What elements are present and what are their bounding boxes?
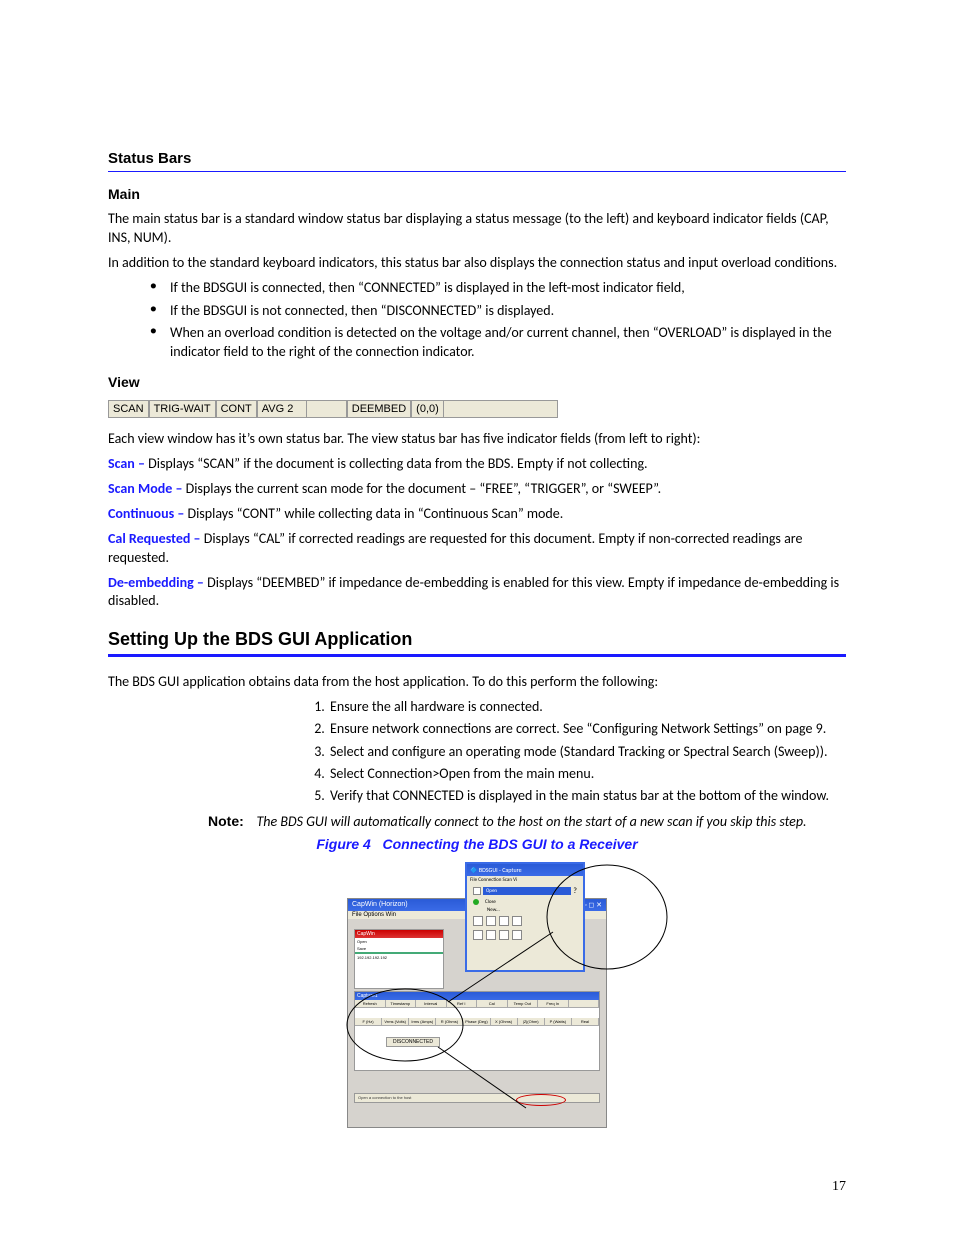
- def-deembed: De-embedding – Displays “DEEMBED” if imp…: [108, 574, 846, 612]
- step-2: Ensure network connections are correct. …: [328, 720, 846, 738]
- fig-table-head1: RefreshTimestampIntervalRef ICalTemp Out…: [355, 1000, 599, 1008]
- tool-icon-2: [486, 916, 496, 926]
- fig-capture-title: Capture1: [355, 992, 599, 1000]
- heading-view: View: [108, 374, 846, 390]
- step-1: Ensure the all hardware is connected.: [328, 698, 846, 716]
- para-setup-intro: The BDS GUI application obtains data fro…: [108, 673, 846, 692]
- fig-main-title: CapWin (Horizon): [352, 901, 408, 909]
- note-row: Note: The BDS GUI will automatically con…: [108, 813, 846, 830]
- step-3: Select and configure an operating mode (…: [328, 743, 846, 761]
- tool-icon-6: [486, 930, 496, 940]
- term-continuous: Continuous –: [108, 505, 187, 522]
- fig-sub-row2: Save: [355, 945, 443, 952]
- fig-popup-open[interactable]: Open: [483, 887, 571, 895]
- tool-icon-3: [499, 916, 509, 926]
- strip-avg: AVG 2: [257, 400, 307, 418]
- strip-coord: (0,0): [411, 400, 444, 418]
- strip-gap: [307, 400, 347, 418]
- def-scan-mode-text: Displays the current scan mode for the d…: [186, 480, 662, 497]
- strip-deembed: DEEMBED: [347, 400, 411, 418]
- fig-popup-new[interactable]: New...: [467, 906, 583, 914]
- step-4: Select Connection>Open from the main men…: [328, 765, 846, 783]
- fig-disconnected-callout: DISCONNECTED: [386, 1037, 440, 1047]
- term-deembed: De-embedding –: [108, 574, 207, 591]
- note-label: Note:: [208, 813, 244, 829]
- bullet-2: If the BDSGUI is not connected, then “DI…: [150, 302, 846, 321]
- fig-sub-row4: 192.192.192.192: [355, 954, 443, 961]
- fig-sub-title: CapWin: [355, 930, 443, 938]
- fig-popup-menubar: File Connection Scan Vi: [467, 876, 583, 884]
- fig-main-winbtns: ▫ ◻ ✕: [584, 901, 602, 909]
- fig-bottom-hint: Open a connection to the host: [358, 1095, 411, 1100]
- fig-popup-close[interactable]: Close: [483, 898, 505, 906]
- def-cal: Cal Requested – Displays “CAL” if correc…: [108, 530, 846, 568]
- bullet-list-connection: If the BDSGUI is connected, then “CONNEC…: [150, 279, 846, 363]
- fig-popup-icons: [467, 914, 583, 928]
- fig-subwindow: CapWin Open Save 192.192.192.192: [354, 929, 444, 989]
- para-main-1: The main status bar is a standard window…: [108, 210, 846, 248]
- strip-cont: CONT: [216, 400, 257, 418]
- strip-spacer: [444, 400, 558, 418]
- para-view-intro: Each view window has it’s own status bar…: [108, 430, 846, 449]
- def-continuous-text: Displays “CONT” while collecting data in…: [187, 505, 563, 522]
- bullet-1: If the BDSGUI is connected, then “CONNEC…: [150, 279, 846, 298]
- para-main-2: In addition to the standard keyboard ind…: [108, 254, 846, 273]
- tool-icon-4: [512, 916, 522, 926]
- status-dot-icon: [473, 899, 479, 905]
- figure-caption: Figure 4 Connecting the BDS GUI to a Rec…: [108, 836, 846, 852]
- fig-capture-pane: Capture1 RefreshTimestampIntervalRef ICa…: [354, 991, 600, 1071]
- fig-sub-row1: Open: [355, 938, 443, 945]
- def-scan-text: Displays “SCAN” if the document is colle…: [148, 455, 647, 472]
- steps-list: Ensure the all hardware is connected. En…: [108, 698, 846, 805]
- def-scan-mode: Scan Mode – Displays the current scan mo…: [108, 480, 846, 499]
- heading-main: Main: [108, 186, 846, 202]
- figure-number: Figure 4: [316, 836, 370, 852]
- figure-title: Connecting the BDS GUI to a Receiver: [382, 836, 637, 852]
- step-5: Verify that CONNECTED is displayed in th…: [328, 787, 846, 805]
- strip-trigwait: TRIG-WAIT: [149, 400, 216, 418]
- heading-status-bars: Status Bars: [108, 150, 846, 167]
- def-scan: Scan – Displays “SCAN” if the document i…: [108, 455, 846, 474]
- fig-popup: 🔷 BDSGUI - Capture File Connection Scan …: [465, 862, 585, 972]
- heading-setup: Setting Up the BDS GUI Application: [108, 629, 846, 650]
- rule-status-bars: [108, 171, 846, 172]
- rule-setup: [108, 654, 846, 657]
- tool-icon-8: [512, 930, 522, 940]
- term-cal: Cal Requested –: [108, 530, 204, 547]
- term-scan: Scan –: [108, 455, 148, 472]
- page-number: 17: [832, 1179, 846, 1195]
- fig-popup-icons-2: [467, 928, 583, 942]
- def-cal-text: Displays “CAL” if corrected readings are…: [108, 530, 802, 566]
- def-continuous: Continuous – Displays “CONT” while colle…: [108, 505, 846, 524]
- def-deembed-text: Displays “DEEMBED” if impedance de-embed…: [108, 574, 839, 610]
- view-status-strip: SCAN TRIG-WAIT CONT AVG 2 DEEMBED (0,0): [108, 400, 558, 418]
- tool-icon-1: [473, 916, 483, 926]
- new-doc-icon: [473, 887, 481, 895]
- strip-scan: SCAN: [108, 400, 149, 418]
- bullet-3: When an overload condition is detected o…: [150, 324, 846, 362]
- fig-popup-title: 🔷 BDSGUI - Capture: [467, 864, 583, 876]
- fig-table-head2: F (Hz)Vrms (Volts)Irms (Amps)R (Ohms)Pha…: [355, 1018, 599, 1026]
- help-icon: ?: [573, 886, 577, 896]
- tool-icon-7: [499, 930, 509, 940]
- fig-red-oval: [516, 1094, 566, 1106]
- term-scan-mode: Scan Mode –: [108, 480, 186, 497]
- note-text: The BDS GUI will automatically connect t…: [256, 813, 806, 830]
- tool-icon-5: [473, 930, 483, 940]
